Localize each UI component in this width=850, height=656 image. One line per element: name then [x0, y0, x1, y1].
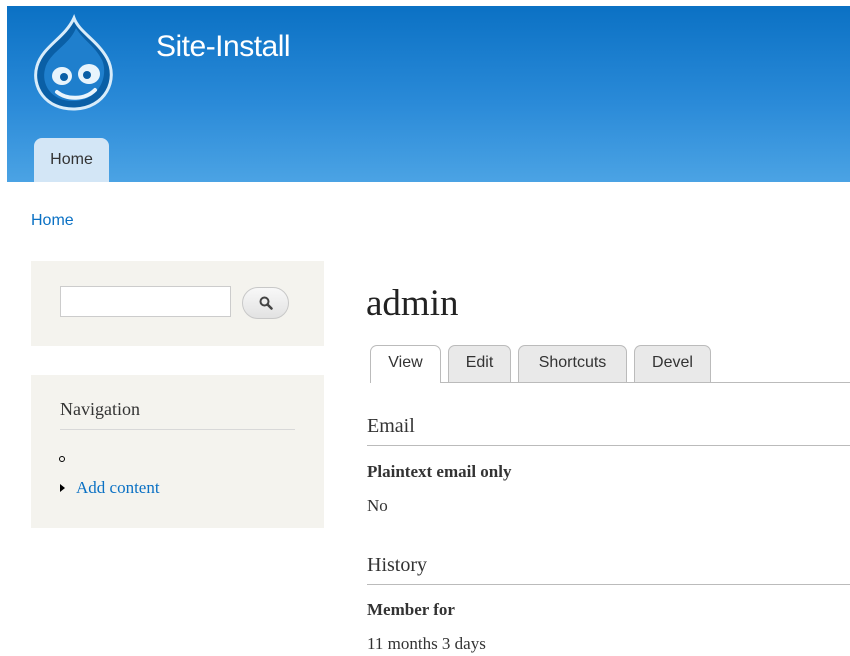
tabs-divider	[441, 382, 850, 383]
field-value-plaintext-email: No	[367, 496, 388, 515]
field-label-member-for: Member for	[367, 600, 455, 619]
main-menu-home-tab[interactable]: Home	[34, 138, 109, 182]
drupal-logo-icon[interactable]	[29, 14, 119, 114]
site-name[interactable]: Site-Install	[156, 30, 291, 64]
field-label-plaintext-email: Plaintext email only	[367, 462, 512, 481]
search-button[interactable]	[242, 287, 289, 319]
navigation-title: Navigation	[60, 399, 140, 419]
navigation-block: Navigation Add content	[31, 375, 324, 528]
tab-shortcuts[interactable]: Shortcuts	[518, 345, 627, 382]
field-value-member-for: 11 months 3 days	[367, 634, 486, 653]
tab-view[interactable]: View	[370, 345, 441, 383]
navigation-divider	[60, 429, 295, 430]
site-header: Site-Install Home	[7, 6, 850, 182]
section-divider	[367, 445, 850, 446]
breadcrumb-home-link[interactable]: Home	[31, 212, 74, 230]
search-icon	[259, 296, 273, 310]
tab-devel[interactable]: Devel	[634, 345, 711, 382]
tab-edit[interactable]: Edit	[448, 345, 511, 382]
section-heading-email: Email	[367, 415, 415, 437]
search-block	[31, 261, 324, 346]
search-input[interactable]	[60, 286, 231, 317]
section-heading-history: History	[367, 554, 427, 576]
nav-item-add-content[interactable]: Add content	[76, 478, 160, 498]
collapsed-arrow-icon	[60, 484, 65, 492]
page-title: admin	[366, 283, 459, 324]
bullet-icon	[59, 456, 65, 462]
section-divider	[367, 584, 850, 585]
